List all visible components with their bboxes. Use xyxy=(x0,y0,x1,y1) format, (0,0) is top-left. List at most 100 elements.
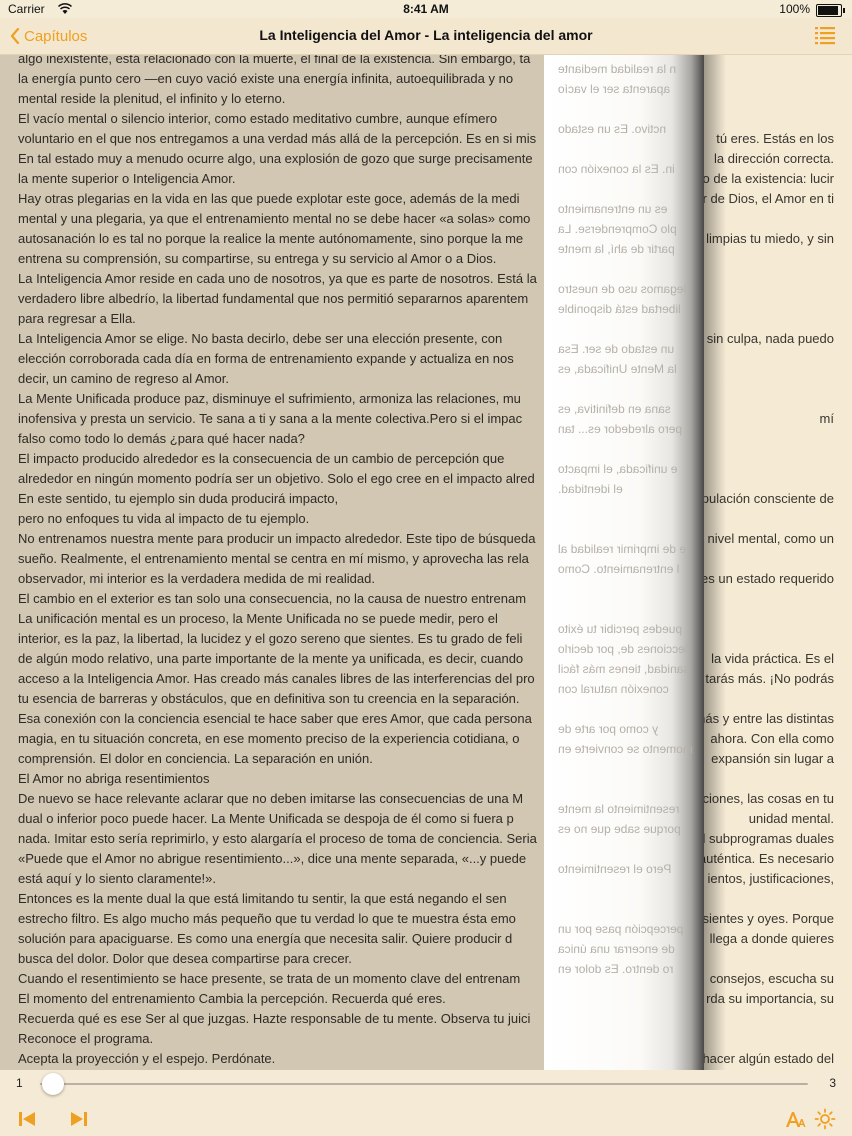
text-line: autosanación lo es tal no porque la real… xyxy=(18,231,524,246)
text-line: mental y una plegaria, ya que el entrena… xyxy=(18,211,531,226)
left-text-column: algo inexistente, está relacionado con l… xyxy=(18,55,544,1069)
curl-text-line: ro dentro. Es dolor en xyxy=(558,962,674,976)
text-line: Entonces es la mente dual la que está li… xyxy=(18,891,507,906)
text-line: acceso a la Inteligencia Amor. Has cread… xyxy=(18,671,535,686)
curl-mirrored-text: n la realidad mediante aparenta ser el va… xyxy=(558,59,704,979)
curl-text-line: e de imprimir realidad al xyxy=(558,542,687,556)
curl-text-line: percepción pase por un xyxy=(558,922,684,936)
skip-back-icon[interactable] xyxy=(16,1108,38,1130)
curl-text-line: libertad está disponible xyxy=(558,302,681,316)
battery-icon xyxy=(816,4,845,17)
text-line: Recuerda qué es ese Ser al que juzgas. H… xyxy=(18,1011,531,1026)
text-line: pero no enfoques tu vida al impacto de t… xyxy=(18,511,310,526)
text-line: algo inexistente, está relacionado con l… xyxy=(18,55,531,66)
curl-text-line: n la realidad mediante xyxy=(558,62,677,76)
curl-text-line xyxy=(558,259,704,279)
text-line: sueño. Realmente, el entrenamiento menta… xyxy=(18,551,529,566)
slider-end-label: 3 xyxy=(829,1076,836,1090)
curl-text-line xyxy=(558,759,704,779)
curl-text-line xyxy=(558,699,704,719)
curl-text-line: de encerrar una única xyxy=(558,942,675,956)
text-line: falso como todo lo demás ¿para qué hacer… xyxy=(18,431,305,446)
curl-text-line: y como por arte de xyxy=(558,722,659,736)
text-line: inofensiva y presta un servicio. Te sana… xyxy=(18,411,523,426)
curl-text-line: porque sabe que no es xyxy=(558,822,681,836)
text-line: De nuevo se hace relevante aclarar que n… xyxy=(18,791,524,806)
curl-text-line xyxy=(558,139,704,159)
curl-text-line xyxy=(558,879,704,899)
page-curl-shadow xyxy=(704,55,726,1070)
text-line: El cambio en el exterior es tan solo una… xyxy=(18,591,527,606)
text-line: está aquí y lo siento claramente!». xyxy=(18,871,217,886)
text-line: La Inteligencia Amor reside en cada uno … xyxy=(18,271,537,286)
text-line: El Amor no abriga resentimientos xyxy=(18,771,210,786)
curl-text-line: pero alrededor es... tan xyxy=(558,422,683,436)
text-line: El momento del entrenamiento Cambia la p… xyxy=(18,991,446,1006)
curl-text-line: momento se convierte en xyxy=(558,742,693,756)
text-line: La unificación mental es un proceso, la … xyxy=(18,611,498,626)
text-line: nada. Imitar esto sería reprimirlo, y es… xyxy=(18,831,537,846)
brightness-icon[interactable] xyxy=(814,1108,836,1130)
slider-start-label: 1 xyxy=(16,1076,23,1090)
reader-bottom-bar: 1 3 xyxy=(0,1070,852,1136)
curl-text-line: partir de ahí, la mente xyxy=(558,242,675,256)
curl-text-line: puedes percibir tu éxito xyxy=(558,622,683,636)
curl-text-line xyxy=(558,379,704,399)
page-slider-thumb[interactable] xyxy=(42,1073,64,1095)
text-line: Reconoce el programa. xyxy=(18,1031,154,1046)
font-size-icon[interactable] xyxy=(784,1108,806,1130)
status-bar: Carrier 8:41 AM 100% xyxy=(0,0,852,18)
curl-text-line xyxy=(558,779,704,799)
text-line: voluntario en el que nos entregamos a un… xyxy=(18,131,537,146)
text-line: La Inteligencia Amor se elige. No basta … xyxy=(18,331,503,346)
text-line: verdadero libre albedrío, la libertad fu… xyxy=(18,291,529,306)
text-line: alrededor en ningún momento podría ser u… xyxy=(18,471,535,486)
curl-text-line: el identidad. xyxy=(558,482,623,496)
curl-text-line: e unificada, el impacto xyxy=(558,462,678,476)
text-line: de algún modo relativo, una parte import… xyxy=(18,651,524,666)
curl-text-line: in. Es la conexión con xyxy=(558,162,675,176)
text-line: mental reside la plenitud, el infinito y… xyxy=(18,91,286,106)
text-line: La Mente Unificada produce paz, disminuy… xyxy=(18,391,521,406)
curl-text-line xyxy=(558,179,704,199)
curl-text-line xyxy=(558,579,704,599)
curl-text-line xyxy=(558,319,704,339)
text-line: En este sentido, tu ejemplo sin duda pro… xyxy=(18,491,339,506)
text-line: El vacío mental o silencio interior, com… xyxy=(18,111,498,126)
text-line: Acepta la proyección y el espejo. Perdón… xyxy=(18,1051,276,1066)
text-line: solución para apaciguarse. Es como una e… xyxy=(18,931,513,946)
curl-text-line: lecciones de, por decirlo xyxy=(558,642,688,656)
curl-text-line: l entrenamiento. Como xyxy=(558,562,680,576)
curl-text-line xyxy=(558,499,704,519)
text-line: para regresar a Ella. xyxy=(18,311,136,326)
curl-text-line: plo Comprenderse. La xyxy=(558,222,677,236)
text-line: la mente superior o Inteligencia Amor. xyxy=(18,171,236,186)
text-line: Cuando el resentimiento se hace presente… xyxy=(18,971,521,986)
table-of-contents-icon[interactable] xyxy=(814,25,836,47)
text-line: estrecho filtro. Es algo mucho más peque… xyxy=(18,911,516,926)
curl-text-line: aparenta ser el vacío xyxy=(558,82,671,96)
text-line: magia, en tu situación concreta, en ese … xyxy=(18,731,520,746)
clock: 8:41 AM xyxy=(403,2,449,16)
curl-text-line xyxy=(558,899,704,919)
text-line: busca del dolor. Dolor que desea compart… xyxy=(18,951,352,966)
curl-text-line: es un entrenamiento xyxy=(558,202,668,216)
text-line: la energía punto cero —en cuyo vació exi… xyxy=(18,71,514,86)
curl-text-line: legamos uso de nuestro xyxy=(558,282,687,296)
page-curl[interactable]: n la realidad mediante aparenta ser el va… xyxy=(544,55,704,1070)
text-line: tu esencia de barreras y obstáculos, que… xyxy=(18,691,520,706)
text-line: comprensión. El dolor en conciencia. La … xyxy=(18,751,373,766)
curl-text-line: sanidad, tienes más fácil xyxy=(558,662,690,676)
curl-text-line: sana en definitiva, es xyxy=(558,402,671,416)
text-line: Hay otras plegarias en la vida en las qu… xyxy=(18,191,520,206)
text-line: El impacto producido alrededor es la con… xyxy=(18,451,505,466)
curl-text-line: un estado de ser. Esa xyxy=(558,342,675,356)
skip-forward-icon[interactable] xyxy=(68,1108,90,1130)
page-slider-track[interactable] xyxy=(40,1083,808,1085)
text-line: dual o inferior poco puede hacer. La Men… xyxy=(18,811,514,826)
curl-text-line: resentimiento la mente xyxy=(558,802,680,816)
text-line: observador, mi interior es la verdadera … xyxy=(18,571,375,586)
curl-text-line xyxy=(558,99,704,119)
text-line: decir, un camino de regreso al Amor. xyxy=(18,371,230,386)
text-line: No entrenamos nuestra mente para produci… xyxy=(18,531,536,546)
